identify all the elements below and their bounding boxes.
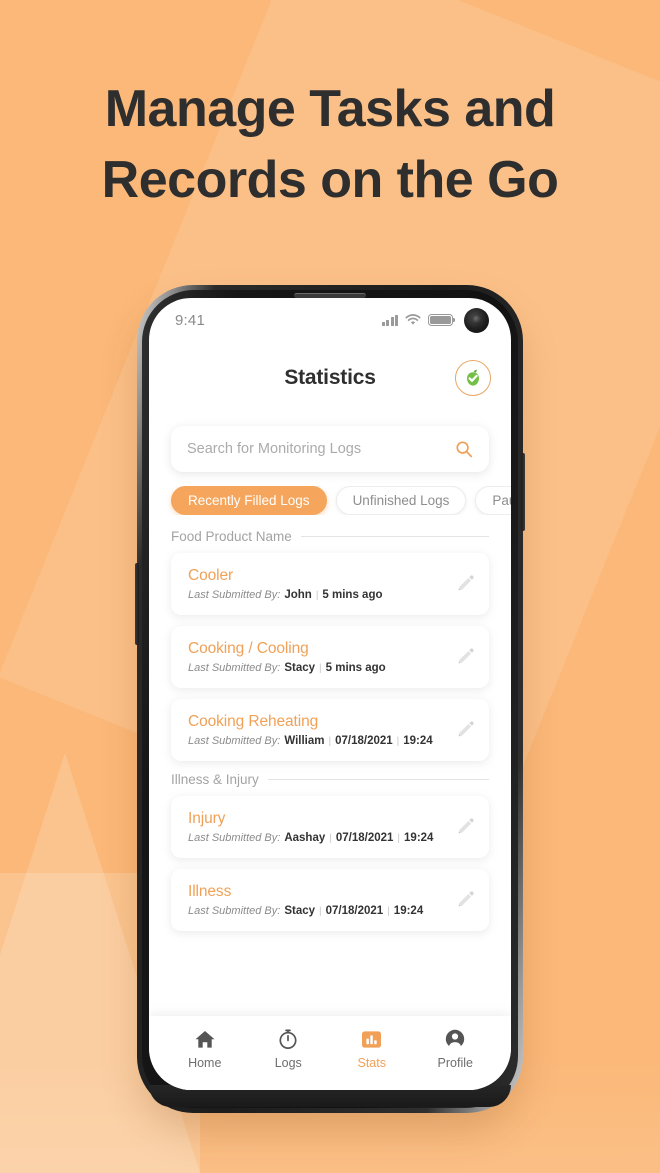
phone-screen: 9:41 Statistics Search for Monitoring Lo… bbox=[149, 298, 511, 1090]
log-submitter: Stacy bbox=[284, 905, 316, 917]
log-title: Cooking Reheating bbox=[188, 713, 319, 730]
headline-line-2: Records on the Go bbox=[101, 151, 559, 210]
log-meta-label: Last Submitted By: bbox=[188, 589, 281, 601]
log-submitter: Aashay bbox=[284, 832, 326, 844]
log-detail-1: 5 mins ago bbox=[325, 662, 386, 674]
log-card[interactable]: Illness Last Submitted By: Stacy | 07/18… bbox=[171, 869, 489, 931]
nav-item-logs[interactable]: Logs bbox=[252, 1028, 324, 1070]
nav-label: Stats bbox=[357, 1056, 387, 1070]
filter-chip-paused[interactable]: Paused bbox=[475, 486, 511, 515]
log-card[interactable]: Cooking Reheating Last Submitted By: Wil… bbox=[171, 699, 489, 761]
power-button[interactable] bbox=[521, 453, 525, 531]
meta-separator: | bbox=[396, 735, 400, 747]
log-title: Injury bbox=[188, 810, 226, 827]
log-detail-1: 07/18/2021 bbox=[335, 832, 394, 844]
app-header: Statistics bbox=[149, 342, 511, 414]
log-meta-label: Last Submitted By: bbox=[188, 735, 281, 747]
meta-separator: | bbox=[328, 735, 332, 747]
search-input[interactable] bbox=[187, 441, 455, 457]
screen-title: Statistics bbox=[284, 366, 376, 389]
status-bar-indicators bbox=[381, 307, 489, 333]
page-title: Manage Tasks and Records on the Go bbox=[0, 74, 660, 216]
nav-item-profile[interactable]: Profile bbox=[419, 1028, 491, 1070]
log-card[interactable]: Injury Last Submitted By: Aashay | 07/18… bbox=[171, 796, 489, 858]
earpiece-speaker bbox=[294, 293, 366, 298]
search-icon[interactable] bbox=[455, 440, 473, 458]
section-header-illness-injury: Illness & Injury bbox=[149, 772, 511, 787]
status-bar-time: 9:41 bbox=[175, 311, 205, 329]
meta-separator: | bbox=[329, 832, 332, 844]
section-divider bbox=[300, 536, 489, 537]
nav-label: Home bbox=[188, 1056, 222, 1070]
meta-separator: | bbox=[319, 905, 322, 917]
filter-chip-recently-filled[interactable]: Recently Filled Logs bbox=[171, 486, 327, 515]
pencil-icon[interactable] bbox=[455, 890, 475, 910]
front-camera-icon bbox=[464, 307, 489, 333]
section-divider bbox=[267, 779, 489, 780]
section-label: Illness & Injury bbox=[171, 772, 259, 787]
log-detail-2: 19:24 bbox=[403, 735, 433, 747]
nav-label: Logs bbox=[274, 1056, 302, 1070]
nav-item-stats[interactable]: Stats bbox=[336, 1028, 408, 1070]
log-meta: Last Submitted By: John | 5 mins ago bbox=[188, 589, 441, 601]
bottom-navigation: Home Logs Stats Profile bbox=[149, 1016, 511, 1090]
log-card[interactable]: Cooking / Cooling Last Submitted By: Sta… bbox=[171, 626, 489, 688]
log-meta-label: Last Submitted By: bbox=[188, 905, 281, 917]
bar-chart-icon bbox=[361, 1028, 382, 1050]
nav-label: Profile bbox=[437, 1056, 473, 1070]
meta-separator: | bbox=[387, 905, 390, 917]
log-detail-2: 19:24 bbox=[404, 832, 434, 844]
log-submitter: John bbox=[284, 589, 312, 601]
stopwatch-icon bbox=[277, 1028, 299, 1050]
content-area: Recently Filled Logs Unfinished Logs Pau… bbox=[149, 414, 511, 984]
log-meta: Last Submitted By: Aashay | 07/18/2021 |… bbox=[188, 832, 441, 844]
status-bar: 9:41 bbox=[149, 298, 511, 342]
log-title: Illness bbox=[188, 883, 232, 900]
log-submitter: William bbox=[284, 735, 325, 747]
meta-separator: | bbox=[319, 662, 322, 674]
wifi-icon bbox=[405, 314, 421, 326]
green-apple-check-icon[interactable] bbox=[455, 360, 491, 396]
meta-separator: | bbox=[397, 832, 401, 844]
log-meta: Last Submitted By: Stacy | 5 mins ago bbox=[188, 662, 441, 674]
log-meta-label: Last Submitted By: bbox=[188, 832, 281, 844]
home-icon bbox=[194, 1028, 216, 1050]
log-detail-1: 5 mins ago bbox=[322, 589, 383, 601]
log-submitter: Stacy bbox=[284, 662, 316, 674]
signal-bars-icon bbox=[381, 314, 398, 326]
filter-chip-unfinished[interactable]: Unfinished Logs bbox=[335, 486, 467, 515]
pencil-icon[interactable] bbox=[455, 720, 475, 740]
log-detail-2: 19:24 bbox=[393, 905, 424, 917]
battery-full-icon bbox=[428, 314, 456, 326]
log-detail-1: 07/18/2021 bbox=[325, 905, 384, 917]
pencil-icon[interactable] bbox=[455, 647, 475, 667]
phone-mockup: 9:41 Statistics Search for Monitoring Lo… bbox=[135, 285, 525, 1113]
nav-item-home[interactable]: Home bbox=[169, 1028, 241, 1070]
pencil-icon[interactable] bbox=[455, 574, 475, 594]
log-meta: Last Submitted By: Stacy | 07/18/2021 | … bbox=[188, 905, 441, 917]
person-icon bbox=[444, 1028, 466, 1050]
pencil-icon[interactable] bbox=[455, 817, 475, 837]
meta-separator: | bbox=[315, 589, 319, 601]
search-bar[interactable] bbox=[171, 426, 489, 472]
headline-line-1: Manage Tasks and bbox=[104, 80, 556, 138]
section-header-food-product: Food Product Name bbox=[149, 529, 511, 544]
log-detail-1: 07/18/2021 bbox=[335, 735, 393, 747]
log-card[interactable]: Cooler Last Submitted By: John | 5 mins … bbox=[171, 553, 489, 615]
section-label: Food Product Name bbox=[171, 529, 292, 544]
filter-chips[interactable]: Recently Filled Logs Unfinished Logs Pau… bbox=[149, 486, 511, 515]
log-meta-label: Last Submitted By: bbox=[188, 662, 281, 674]
log-meta: Last Submitted By: William | 07/18/2021 … bbox=[188, 735, 441, 747]
log-title: Cooler bbox=[188, 567, 234, 584]
log-title: Cooking / Cooling bbox=[188, 640, 309, 657]
volume-button[interactable] bbox=[135, 563, 139, 645]
